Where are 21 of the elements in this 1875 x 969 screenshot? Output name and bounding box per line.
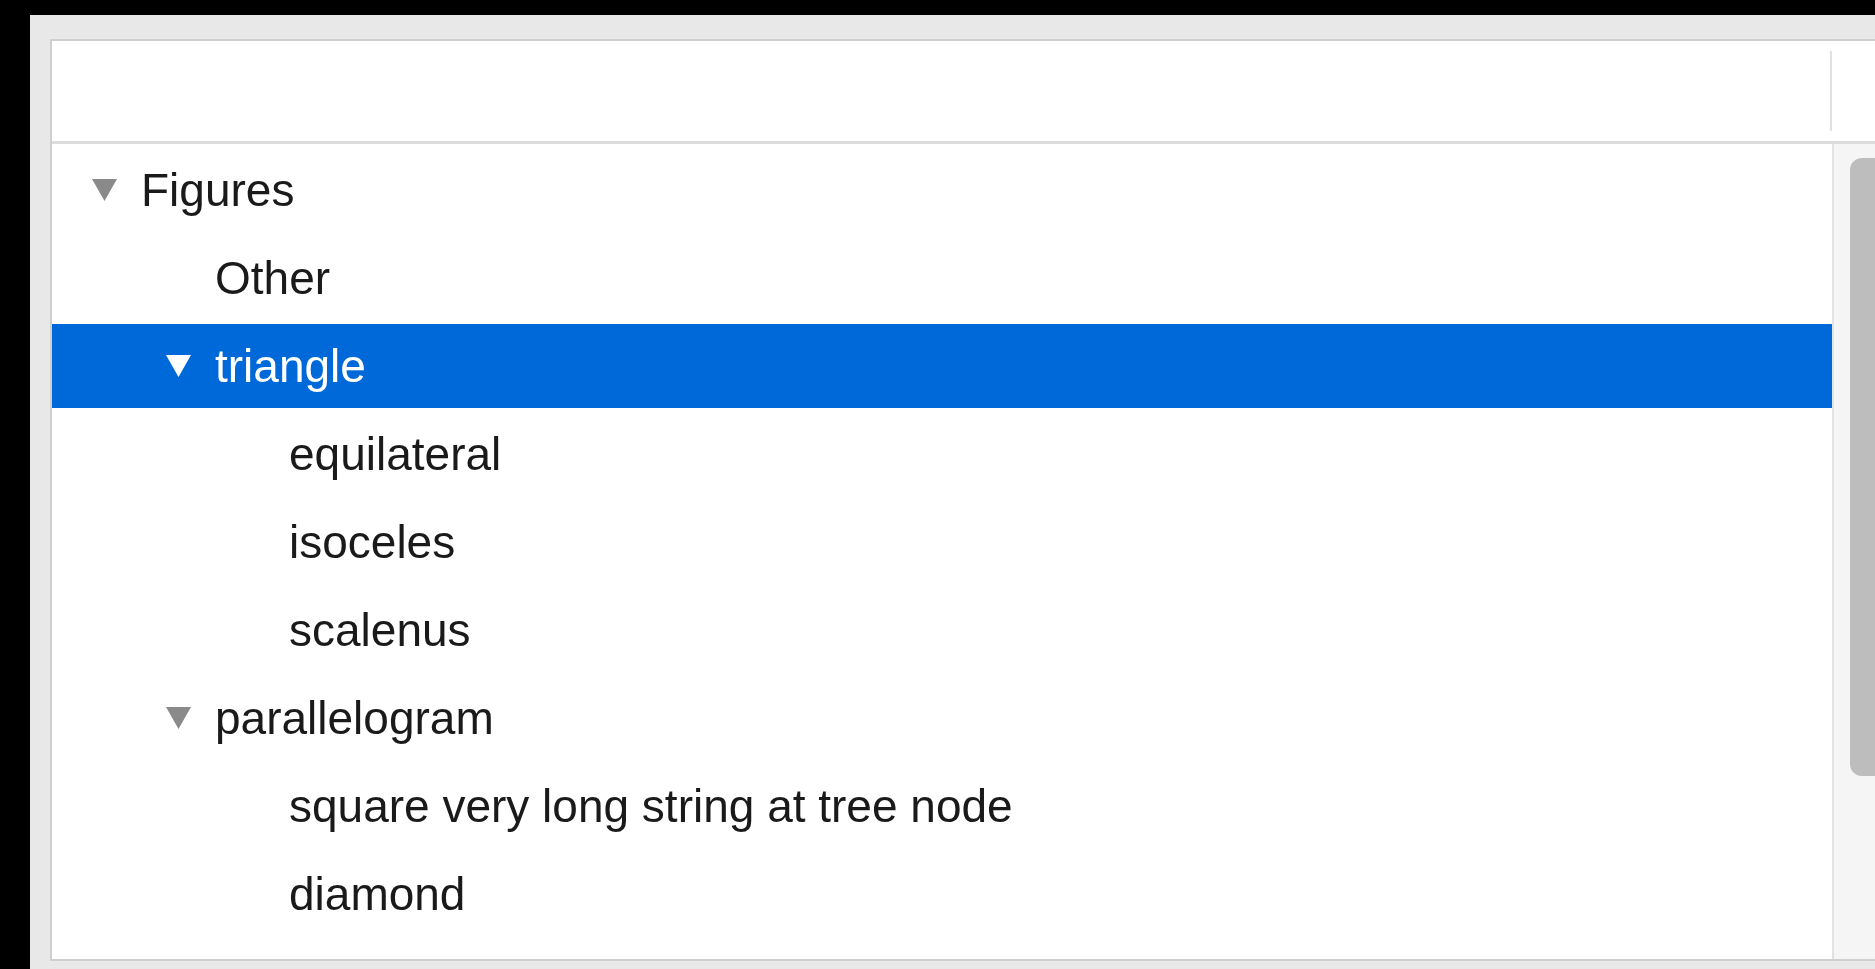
tree-node-label: Figures: [141, 163, 295, 217]
tree-row[interactable]: isoceles: [52, 500, 1832, 584]
tree-node-label: parallelogram: [215, 691, 494, 745]
tree-row[interactable]: diamond: [52, 852, 1832, 936]
tree-node-label: isoceles: [289, 515, 456, 569]
tree-node-label: square very long string at tree node: [289, 779, 1013, 833]
disclosure-triangle-icon[interactable]: [166, 355, 191, 377]
tree-row[interactable]: Figures: [52, 148, 1832, 232]
tree-row[interactable]: Other: [52, 236, 1832, 320]
tree-row[interactable]: equilateral: [52, 412, 1832, 496]
tree-row[interactable]: parallelogram: [52, 676, 1832, 760]
tree-row[interactable]: triangle: [52, 324, 1832, 408]
disclosure-triangle-icon[interactable]: [166, 707, 191, 729]
disclosure-triangle-icon[interactable]: [92, 179, 117, 201]
tree-row[interactable]: square very long string at tree node: [52, 764, 1832, 848]
tree-node-label: Other: [215, 251, 331, 305]
tree-node-label: diamond: [289, 867, 466, 921]
tree-row[interactable]: scalenus: [52, 588, 1832, 672]
tree-node-label: triangle: [215, 339, 366, 393]
tree-node-label: equilateral: [289, 427, 502, 481]
tree-node-label: scalenus: [289, 603, 471, 657]
